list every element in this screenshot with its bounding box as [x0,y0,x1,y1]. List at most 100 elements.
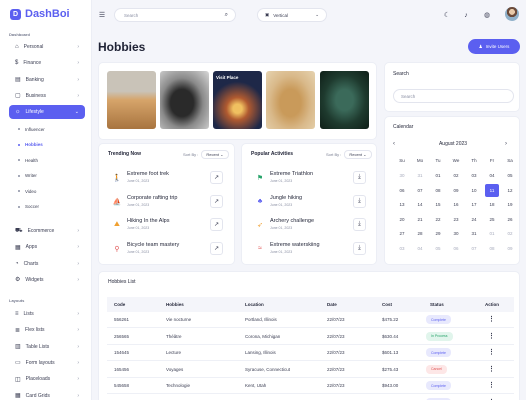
calendar-day[interactable]: 24 [467,213,481,226]
calendar-day[interactable]: 06 [395,184,409,197]
calendar-day[interactable]: 07 [413,184,427,197]
calendar-day[interactable]: 23 [449,213,463,226]
download-button[interactable]: ⤓ [353,171,366,184]
sidebar-item-widgets[interactable]: ⚙ Widgets › [9,273,85,287]
photo-desert-camels[interactable] [107,71,156,129]
calendar-day[interactable]: 30 [449,227,463,240]
download-button[interactable]: ⤓ [353,194,366,208]
calendar-day[interactable]: 21 [413,213,427,226]
download-button[interactable]: ⤓ [353,241,366,255]
calendar-day[interactable]: 17 [467,198,481,211]
table-row[interactable]: 165456 Voyages Syracuse, Connecticut 22/07/… [107,362,514,378]
open-arrow-button[interactable]: ↗ [210,171,223,184]
calendar-day[interactable]: 02 [449,169,463,182]
table-row[interactable]: 545658 Technologie Kent, Utah 22/07/23 $943.… [107,378,514,394]
more-vertical-icon[interactable]: ⋮ [488,381,495,389]
sidebar-item-table-lists[interactable]: ▥ Table Lists › [9,340,85,354]
calendar-day[interactable]: 12 [503,184,517,197]
calendar-day[interactable]: 07 [467,242,481,255]
sidebar-item-personal[interactable]: ⌂ Personal › [9,40,85,54]
sidebar-item-lists[interactable]: ≡ Lists › [9,307,85,321]
notification-bell-icon[interactable]: ♪ [460,9,472,21]
calendar-day[interactable]: 19 [503,198,517,211]
sidebar-subitem-hobbies[interactable]: Hobbies [18,140,43,150]
sidebar-subitem-influencer[interactable]: Influencer [18,124,45,134]
calendar-day[interactable]: 29 [431,227,445,240]
more-vertical-icon[interactable]: ⋮ [488,315,495,323]
calendar-day[interactable]: 31 [413,169,427,182]
table-row[interactable]: 556261 Vie nocturne Portland, Illinois 22/0… [107,312,514,328]
more-vertical-icon[interactable]: ⋮ [488,348,495,356]
language-globe-icon[interactable]: ◍ [481,9,493,21]
invite-users-button[interactable]: ♟ Invite Users [468,39,520,54]
calendar-day[interactable]: 20 [395,213,409,226]
sidebar-item-banking[interactable]: ▤ Banking › [9,73,85,87]
sidebar-item-ecommerce[interactable]: ⛟ Ecommerce › [9,224,85,238]
sidebar-subitem-video[interactable]: Video [18,186,36,196]
sidebar-subitem-soccer[interactable]: Soccer [18,202,39,212]
open-arrow-button[interactable]: ↗ [210,241,223,255]
photo-lion[interactable] [266,71,315,129]
calendar-day[interactable]: 13 [395,198,409,211]
calendar-day[interactable]: 09 [503,242,517,255]
calendar-day[interactable]: 02 [503,227,517,240]
sidebar-item-lifestyle[interactable]: ☼ Lifestyle ⌄ [9,105,85,120]
open-arrow-button[interactable]: ↗ [210,194,223,208]
hamburger-menu-icon[interactable]: ☰ [96,9,108,21]
sidebar-subitem-writer[interactable]: Writer [18,171,37,181]
calendar-day[interactable]: 22 [431,213,445,226]
calendar-day-selected[interactable]: 11 [485,183,499,197]
sidebar-item-placeloads[interactable]: ◫ Placeloads › [9,372,85,386]
calendar-day[interactable]: 10 [467,184,481,197]
popular-sort-select[interactable]: Recent ⌄ [344,150,372,159]
calendar-day[interactable]: 04 [485,169,499,182]
calendar-day[interactable]: 15 [431,198,445,211]
calendar-day[interactable]: 04 [413,242,427,255]
calendar-day[interactable]: 05 [503,169,517,182]
search-card-input[interactable]: Search [393,89,514,103]
table-row[interactable]: 565565PhotographiePasadena, Oklahoma22/0… [107,395,514,400]
calendar-day[interactable]: 16 [449,198,463,211]
calendar-day[interactable]: 03 [395,242,409,255]
sidebar-item-apps[interactable]: ▦ Apps › [9,240,85,254]
sidebar-subitem-health[interactable]: Health [18,155,38,165]
photo-visit-place[interactable]: Visit Place [213,71,262,129]
trending-sort-select[interactable]: Recent ⌄ [201,150,229,159]
sidebar-item-flex-lists[interactable]: ≣ Flex lists › [9,323,85,337]
calendar-day[interactable]: 08 [485,242,499,255]
photo-bird[interactable] [320,71,369,129]
more-vertical-icon[interactable]: ⋮ [488,332,495,340]
brand-logo[interactable]: D DashBoi [10,8,70,20]
calendar-next-icon[interactable]: › [505,141,507,147]
popular-sort[interactable]: Sort By : Recent ⌄ [326,150,372,159]
sidebar-item-charts[interactable]: ◔ Charts › [9,257,85,271]
calendar-day[interactable]: 08 [431,184,445,197]
calendar-day[interactable]: 25 [485,213,499,226]
sidebar-item-business[interactable]: ▢ Business › [9,89,85,103]
calendar-day[interactable]: 28 [413,227,427,240]
user-avatar[interactable] [505,7,519,21]
layout-select[interactable]: ▣ Vertical ⌄ [257,8,327,22]
table-row[interactable]: 154645 Lecture Lansing, Illinois 22/07/23 $6… [107,345,514,361]
download-button[interactable]: ⤓ [353,218,366,231]
sidebar-item-finance[interactable]: $ Finance › [9,56,85,70]
calendar-day[interactable]: 06 [449,242,463,255]
calendar-day[interactable]: 30 [395,169,409,182]
calendar-day[interactable]: 01 [485,227,499,240]
sidebar-item-form-layouts[interactable]: ▭ Form layouts › [9,356,85,370]
calendar-day[interactable]: 26 [503,213,517,226]
more-vertical-icon[interactable]: ⋮ [488,365,495,373]
photo-tree-bw[interactable] [160,71,209,129]
open-arrow-button[interactable]: ↗ [210,218,223,231]
trending-sort[interactable]: Sort By : Recent ⌄ [183,150,229,159]
calendar-day[interactable]: 31 [467,227,481,240]
dark-mode-icon[interactable]: ☾ [441,9,453,21]
calendar-day[interactable]: 18 [485,198,499,211]
calendar-day[interactable]: 09 [449,184,463,197]
sidebar-item-card-grids[interactable]: ▦ Card Grids › [9,389,85,400]
calendar-day[interactable]: 27 [395,227,409,240]
calendar-day[interactable]: 01 [431,169,445,182]
top-search-input[interactable]: Search ⌕ [114,8,236,22]
calendar-day[interactable]: 03 [467,169,481,182]
calendar-day[interactable]: 05 [431,242,445,255]
